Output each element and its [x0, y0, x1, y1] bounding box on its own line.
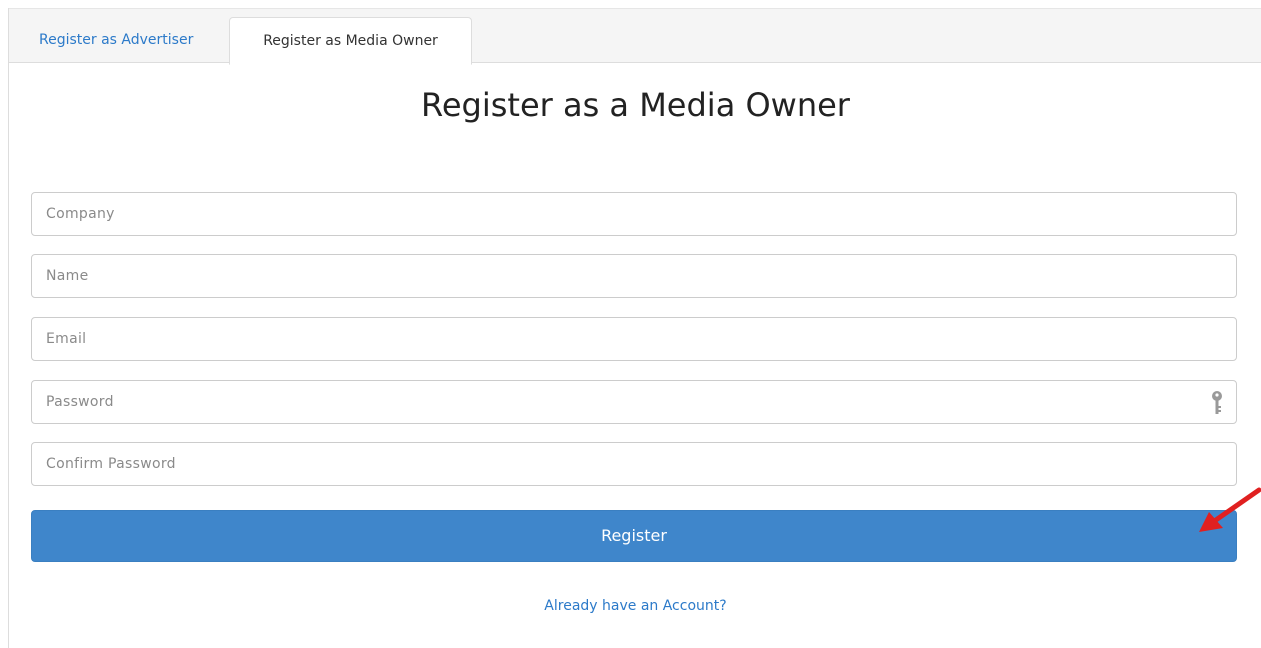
name-input[interactable]: [32, 255, 1236, 297]
name-field-wrapper: [31, 254, 1237, 298]
annotation-arrow-icon: [1199, 487, 1261, 532]
confirm-password-input[interactable]: [32, 443, 1236, 485]
register-button[interactable]: Register: [31, 510, 1237, 562]
tab-register-media-owner[interactable]: Register as Media Owner: [229, 17, 472, 65]
password-input[interactable]: [32, 381, 1236, 423]
password-field-wrapper: [31, 380, 1237, 424]
tab-bar: Register as Advertiser Register as Media…: [9, 8, 1261, 65]
tab-register-advertiser[interactable]: Register as Advertiser: [24, 17, 208, 64]
already-have-account-link[interactable]: Already have an Account?: [9, 598, 1261, 614]
company-field-wrapper: [31, 192, 1237, 236]
company-input[interactable]: [32, 193, 1236, 235]
email-input[interactable]: [32, 318, 1236, 360]
email-field-wrapper: [31, 317, 1237, 361]
confirm-password-field-wrapper: [31, 442, 1237, 486]
registration-panel: Register as Advertiser Register as Media…: [8, 8, 1261, 648]
key-icon: [1212, 391, 1222, 414]
page-title: Register as a Media Owner: [421, 86, 850, 124]
